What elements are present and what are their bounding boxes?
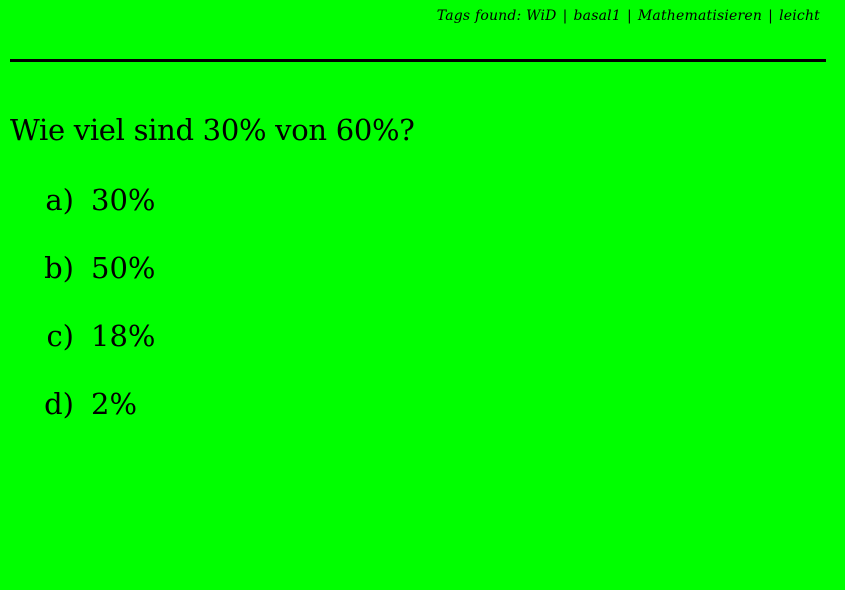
tags-line: Tags found: WiD | basal1 | Mathematisieren | l… <box>437 8 820 24</box>
option-text: 2% <box>91 387 138 421</box>
option-text: 18% <box>91 319 156 353</box>
tag-separator: | <box>768 8 774 24</box>
option-text: 30% <box>91 183 156 217</box>
header-divider <box>10 59 826 62</box>
tag-wid: WiD <box>526 8 557 24</box>
tag-separator: | <box>626 8 632 24</box>
tags-label: Tags found: <box>436 8 522 24</box>
tag-leicht: leicht <box>779 8 820 24</box>
option-marker: a) <box>45 183 74 217</box>
question-text: Wie viel sind 30% von 60%? <box>10 113 415 147</box>
tag-separator: | <box>562 8 568 24</box>
tag-basal1: basal1 <box>573 8 621 24</box>
option-marker: c) <box>46 319 74 353</box>
tag-mathematisieren: Mathematisieren <box>637 8 763 24</box>
option-marker: d) <box>44 387 74 421</box>
option-text: 50% <box>91 251 156 285</box>
option-marker: b) <box>44 251 74 285</box>
